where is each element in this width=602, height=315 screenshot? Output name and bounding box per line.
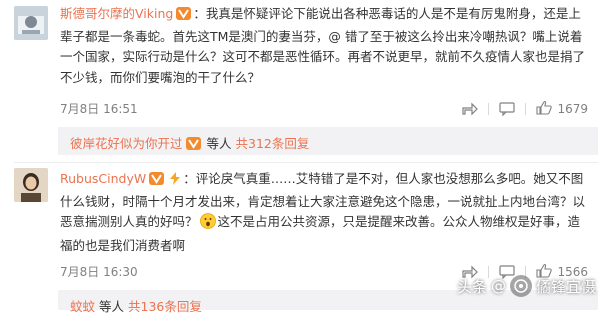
vip-badge-icon	[149, 171, 165, 192]
view-replies-link[interactable]: 共136条回复	[128, 299, 202, 314]
view-replies-link[interactable]: 共312条回复	[236, 136, 310, 151]
comment-timestamp[interactable]: 7月8日 16:30	[60, 263, 138, 280]
comment-actions: 1679	[462, 100, 588, 118]
share-icon[interactable]	[462, 102, 479, 116]
reply-middle-text: 等人	[99, 299, 125, 314]
reply-username[interactable]: 蚊蚊	[70, 299, 95, 314]
comment-timestamp[interactable]: 7月8日 16:51	[60, 100, 138, 117]
user-avatar[interactable]	[14, 6, 48, 40]
watermark-separator: @	[490, 277, 506, 295]
comment-username[interactable]: RubusCindyW	[60, 171, 146, 186]
surprised-emoji-icon	[199, 213, 216, 236]
account-logo-icon	[509, 275, 532, 297]
thumbs-up-icon	[536, 100, 553, 118]
vip-badge-icon	[176, 6, 192, 27]
user-avatar[interactable]	[14, 168, 48, 202]
vip-badge-icon	[185, 137, 201, 153]
comment-divider	[14, 162, 598, 163]
reply-middle-text: 等人	[206, 136, 232, 151]
reply-preview: 彼岸花好似为你开过 等人 共312条回复	[58, 127, 598, 155]
comment-username[interactable]: 斯德哥尔摩的Viking	[60, 6, 173, 21]
lightning-badge-icon	[169, 171, 181, 192]
watermark: 头条 @ 僪锋宜慑	[457, 275, 596, 297]
divider	[488, 103, 490, 115]
watermark-prefix: 头条	[456, 277, 487, 296]
like-count: 1679	[557, 102, 588, 116]
comment-text: 斯德哥尔摩的Viking ：我真是怀疑评论下能说出各种恶毒话的人是不是有厉鬼附身，…	[60, 6, 586, 85]
watermark-name: 僪锋宜慑	[535, 277, 596, 296]
like-button[interactable]: 1679	[536, 100, 588, 118]
reply-username[interactable]: 彼岸花好似为你开过	[70, 136, 183, 151]
divider	[525, 103, 527, 115]
comment-text: RubusCindyW ：评论戾气真重……艾特错了是不对，但人家也没想那么多吧。她…	[60, 171, 586, 253]
comment-icon[interactable]	[499, 102, 516, 116]
